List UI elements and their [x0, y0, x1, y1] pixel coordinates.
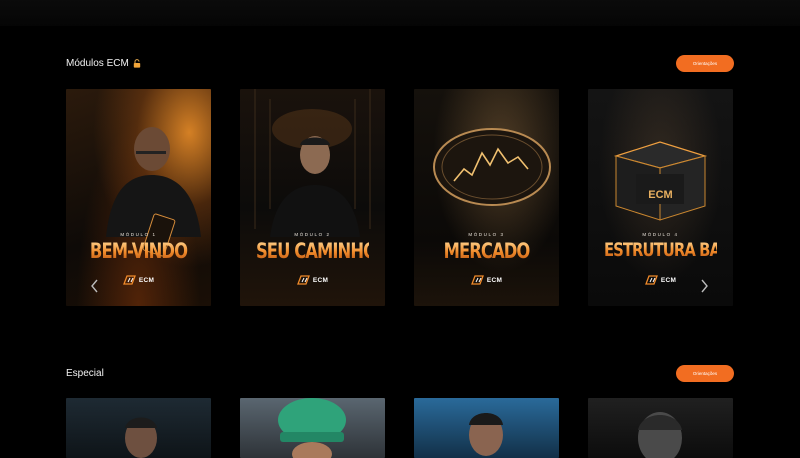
brand-text: ECM [138, 276, 155, 284]
brand-text: ECM [660, 276, 677, 284]
brand-logo: ECM [240, 275, 385, 285]
module-subtitle: MÓDULO 3 [468, 232, 505, 237]
module-card-1[interactable]: MÓDULO 1 BEM-VINDO ECM [66, 89, 211, 306]
especial-card-4[interactable] [588, 398, 733, 458]
module-subtitle: MÓDULO 4 [642, 232, 679, 237]
person-image [278, 398, 346, 458]
brand-text: ECM [486, 276, 503, 284]
modules-carousel: MÓDULO 1 BEM-VINDO ECM MÓDULO 2 SEU CAMI… [66, 89, 734, 306]
section-title-text: Especial [66, 367, 104, 379]
chevron-right-icon[interactable] [699, 279, 709, 293]
section-title: Especial [66, 368, 104, 379]
lock-icon [133, 58, 141, 68]
especial-carousel [66, 398, 734, 458]
module-title: ESTRUTURA BASE [603, 239, 733, 261]
ecm-logo-icon [470, 275, 484, 285]
ecm-logo-icon [644, 275, 658, 285]
brand-logo: ECM [414, 275, 559, 285]
module-card-2[interactable]: MÓDULO 2 SEU CAMINHO ECM [240, 89, 385, 306]
brand-logo: ECM [66, 275, 211, 285]
especial-card-3[interactable] [414, 398, 559, 458]
orientacoes-button[interactable]: Orientações [676, 54, 734, 72]
module-title: MERCADO [430, 239, 543, 263]
person-image [270, 136, 360, 237]
module-card-4[interactable]: ECM MÓDULO 4 ESTRUTURA BASE ECM [588, 89, 733, 306]
orientacoes-button[interactable]: Orientações [676, 364, 734, 382]
module-title: BEM-VINDO [82, 239, 195, 263]
coin-chart-image [433, 128, 551, 206]
module-subtitle: MÓDULO 1 [120, 232, 157, 237]
section-header-especial: Especial Orientações [66, 363, 734, 383]
top-bar [0, 0, 800, 26]
module-subtitle: MÓDULO 2 [294, 232, 331, 237]
module-title: SEU CAMINHO [255, 239, 377, 263]
person-image [638, 412, 682, 458]
ecm-logo-icon [296, 275, 310, 285]
chest-label: ECM [648, 189, 673, 201]
brand-logo: ECM [588, 275, 733, 285]
module-card-3[interactable]: MÓDULO 3 MERCADO ECM [414, 89, 559, 306]
chest-image [613, 141, 708, 221]
section-header-modulos: Módulos ECM Orientações [66, 53, 734, 73]
chevron-left-icon[interactable] [90, 279, 100, 293]
section-title: Módulos ECM [66, 58, 141, 69]
section-title-text: Módulos ECM [66, 57, 129, 69]
person-image [125, 417, 157, 458]
ecm-logo-icon [122, 275, 136, 285]
especial-card-1[interactable] [66, 398, 211, 458]
brand-text: ECM [312, 276, 329, 284]
especial-card-2[interactable] [240, 398, 385, 458]
